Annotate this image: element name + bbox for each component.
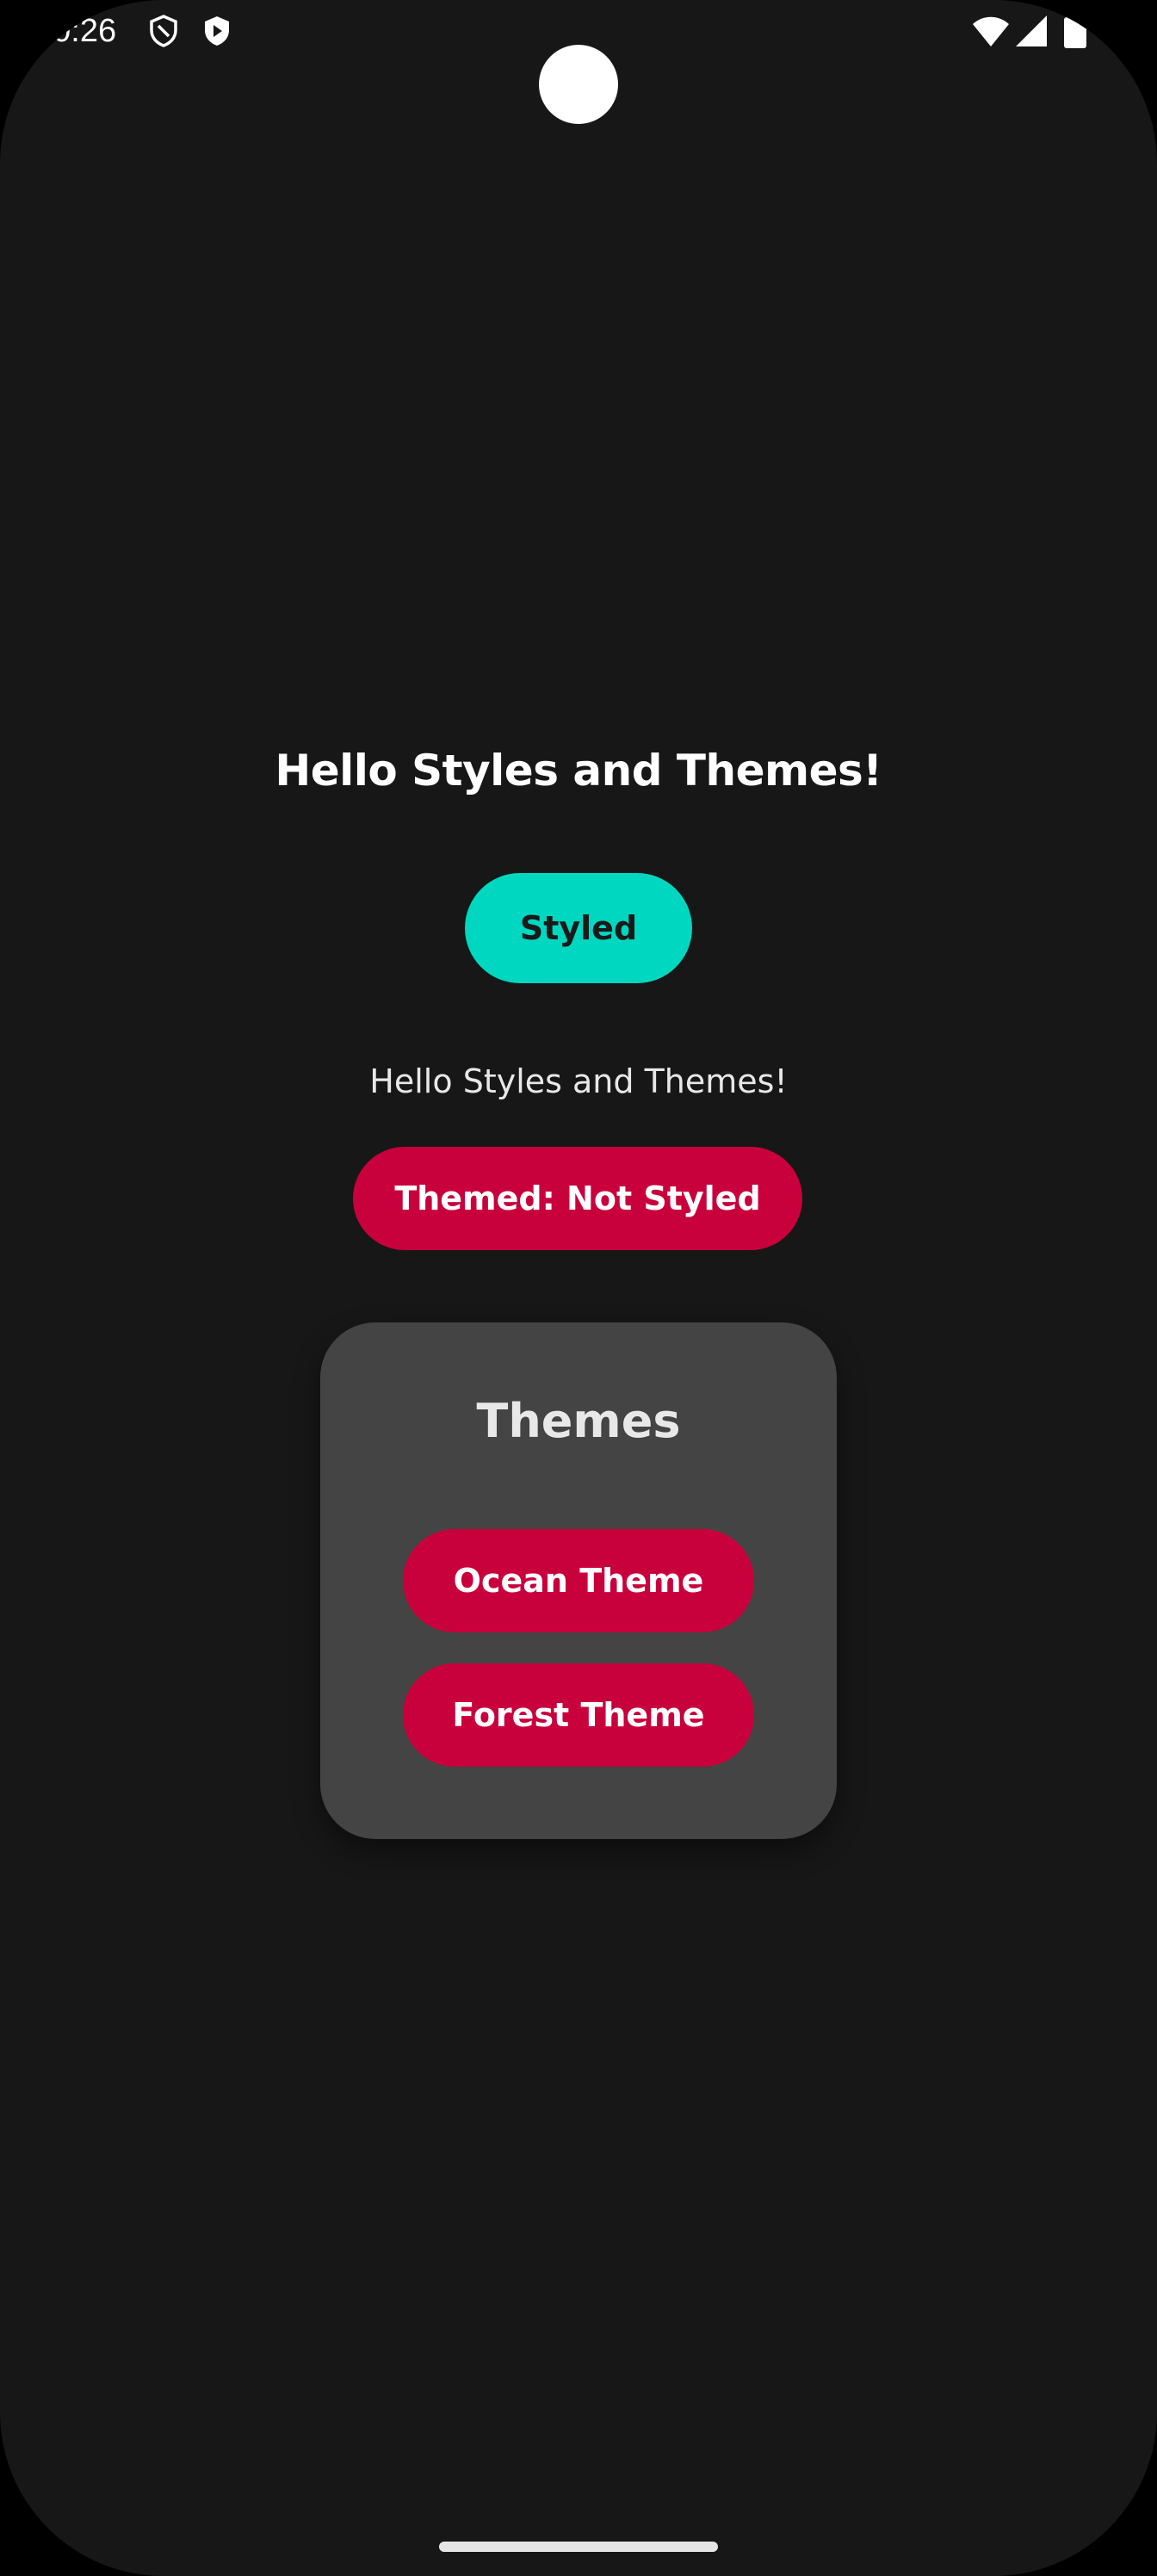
- home-indicator[interactable]: [439, 2542, 718, 2552]
- themed-button[interactable]: Themed: Not Styled: [353, 1147, 802, 1250]
- status-time: 10:26: [34, 13, 117, 49]
- forest-theme-button[interactable]: Forest Theme: [403, 1663, 754, 1767]
- battery-icon: [1064, 14, 1086, 48]
- shield-icon: [150, 15, 177, 47]
- themes-card: Themes Ocean Theme Forest Theme: [320, 1322, 837, 1839]
- page-title: Hello Styles and Themes!: [275, 746, 882, 796]
- ocean-theme-button[interactable]: Ocean Theme: [403, 1529, 754, 1632]
- themes-title: Themes: [476, 1394, 681, 1448]
- camera-cutout: [539, 45, 618, 124]
- signal-icon: [1016, 15, 1047, 46]
- app-screen: 10:26 Hello Styles and Themes! Styled He…: [0, 0, 1157, 2576]
- play-shield-icon: [205, 16, 229, 46]
- subtitle-text: Hello Styles and Themes!: [369, 1062, 788, 1100]
- wifi-icon: [973, 16, 1009, 46]
- styled-button[interactable]: Styled: [465, 873, 692, 983]
